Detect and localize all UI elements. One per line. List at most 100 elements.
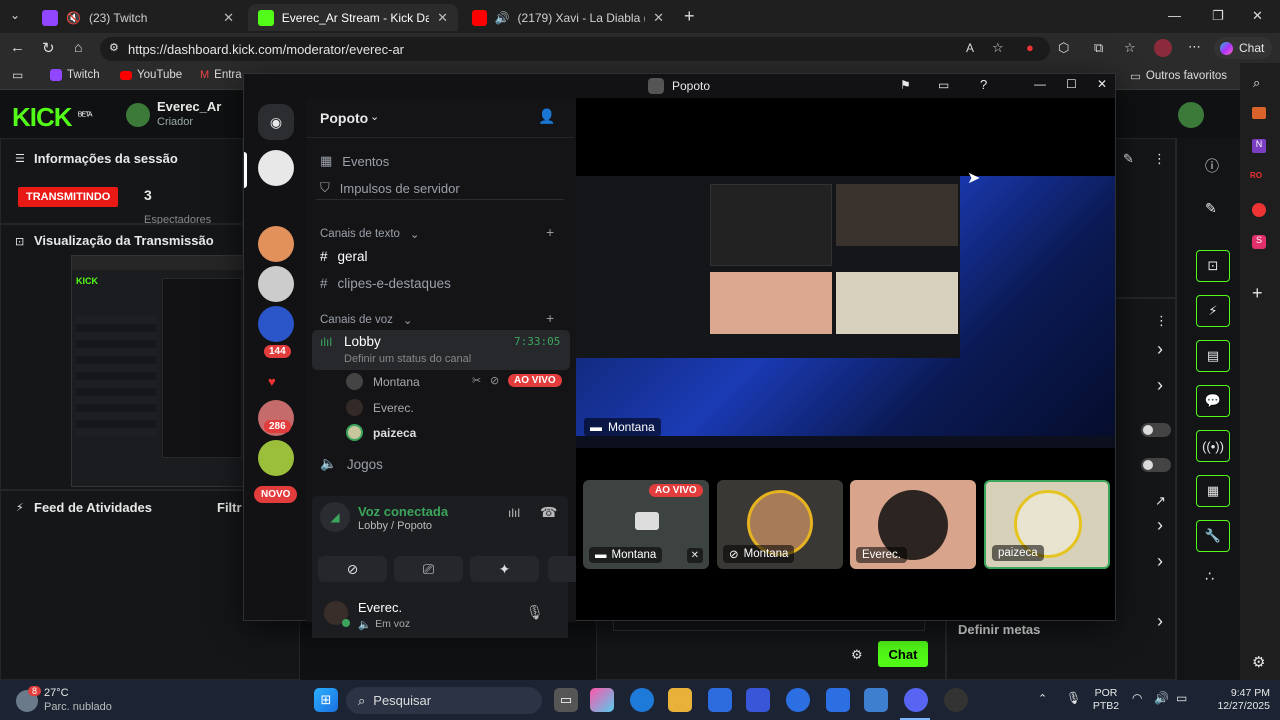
minimize-icon[interactable]: — <box>1034 77 1046 91</box>
chevron-right-icon[interactable]: › <box>1157 339 1163 360</box>
server-icon[interactable] <box>258 226 294 262</box>
tab-twitch[interactable]: 🔇 (23) Twitch ✕ <box>32 4 244 31</box>
task-view-icon[interactable]: ▭ <box>554 688 578 712</box>
category-text[interactable]: Canais de texto ⌄ <box>320 227 420 241</box>
close-icon[interactable]: ✕ <box>437 10 448 26</box>
add-icon[interactable]: + <box>1252 283 1263 304</box>
discord-icon[interactable] <box>904 688 928 712</box>
battery-icon[interactable]: ▭ <box>1176 691 1187 705</box>
broadcast-button[interactable]: ((•)) <box>1196 430 1230 462</box>
close-icon[interactable]: ✕ <box>1097 77 1107 91</box>
collections-icon[interactable]: ▭ <box>12 68 23 82</box>
info-icon[interactable]: ⓘ <box>1205 156 1219 176</box>
chevron-right-icon[interactable]: › <box>1157 515 1163 536</box>
disconnect-icon[interactable]: ☎ <box>540 504 557 521</box>
close-window-icon[interactable]: ✕ <box>1252 8 1263 24</box>
tab-youtube[interactable]: 🔊 (2179) Xavi - La Diabla (Official ✕ <box>462 4 674 31</box>
favorite-star-icon[interactable]: ☆ <box>992 40 1004 56</box>
noise-suppression-icon[interactable]: ılıl <box>508 506 520 520</box>
refresh-icon[interactable]: ↻ <box>42 39 55 57</box>
search-box[interactable]: ⌕ Pesquisar <box>346 687 542 714</box>
more-dots-icon[interactable]: ∴ <box>1205 568 1214 585</box>
toggle-switch[interactable] <box>1141 458 1171 472</box>
profile-avatar[interactable] <box>1154 39 1172 57</box>
minimize-icon[interactable]: — <box>1168 8 1181 23</box>
video-tile[interactable]: AO VIVO ▬ Montana ✕ <box>583 480 709 569</box>
video-tile[interactable]: ⊘ Montana <box>717 480 843 569</box>
app-icon[interactable]: RO <box>1250 171 1262 180</box>
search-icon[interactable]: ⌕ <box>1253 75 1260 91</box>
voice-member[interactable]: Montana ✂ ⊘ AO VIVO <box>346 372 568 392</box>
activities-button[interactable]: ✦ <box>470 556 539 582</box>
connection-icon[interactable]: ◢ <box>320 502 350 532</box>
microphone-icon[interactable]: 🎙 <box>526 604 544 621</box>
voice-channel-lobby[interactable]: ılıl Lobby 7:33:05 Definir um status do … <box>312 330 570 370</box>
clock[interactable]: 9:47 PM 12/27/2025 <box>1204 687 1270 713</box>
avatar[interactable] <box>126 103 150 127</box>
voice-member[interactable]: Everec. <box>346 398 568 418</box>
kebab-menu-icon[interactable]: ⋮ <box>1155 313 1168 329</box>
read-aloud-icon[interactable]: A <box>966 41 974 55</box>
layout-button[interactable]: ▦ <box>1196 475 1230 507</box>
server-icon[interactable] <box>258 266 294 302</box>
chat-send-button[interactable]: Chat <box>878 641 928 667</box>
edge-icon[interactable] <box>630 688 654 712</box>
avatar[interactable] <box>1178 102 1204 128</box>
copilot-icon[interactable] <box>590 688 614 712</box>
app-icon[interactable] <box>746 688 770 712</box>
other-favorites[interactable]: ▭ Outros favoritos <box>1130 69 1227 83</box>
copilot-chat-button[interactable]: Chat <box>1214 37 1272 59</box>
close-icon[interactable]: ✕ <box>653 10 664 26</box>
mute-icon[interactable]: 🔇 <box>66 11 81 25</box>
channel-clipes[interactable]: # clipes-e-destaques <box>320 276 451 291</box>
restore-icon[interactable]: ❐ <box>1212 8 1224 24</box>
speaker-icon[interactable]: 🔊 <box>1154 691 1169 705</box>
speaker-icon[interactable]: 🔊 <box>495 11 510 25</box>
channel-geral[interactable]: # geral <box>320 249 368 264</box>
add-channel-icon[interactable]: + <box>546 224 554 240</box>
screen-share-button[interactable]: ⎚ <box>394 556 463 582</box>
category-voice[interactable]: Canais de voz ⌄ <box>320 313 413 327</box>
windows-start-icon[interactable]: ⊞ <box>314 688 338 712</box>
bookmark-twitch[interactable]: Twitch <box>50 69 100 81</box>
settings-icon[interactable]: ⚙ <box>851 647 863 663</box>
tools-button[interactable]: 🔧 <box>1196 520 1230 552</box>
skype-icon[interactable]: S <box>1252 235 1266 249</box>
more-icon[interactable]: ⋯ <box>1188 39 1201 55</box>
app-icon[interactable] <box>786 688 810 712</box>
settings-icon[interactable]: ⚙ <box>1252 653 1265 671</box>
menu-events[interactable]: ▦ Eventos <box>320 153 389 169</box>
kick-logo[interactable]: KICK BETA <box>12 102 93 133</box>
tab-kick[interactable]: Everec_Ar Stream - Kick Dashboard ✕ <box>248 4 458 31</box>
camera-toggle-button[interactable]: ⊘ <box>318 556 387 582</box>
help-icon[interactable]: ? <box>980 77 987 92</box>
server-ikauany[interactable] <box>258 306 294 342</box>
add-channel-icon[interactable]: + <box>546 310 554 326</box>
chevron-right-icon[interactable]: › <box>1157 551 1163 572</box>
edit-icon[interactable]: ✎ <box>1205 200 1217 217</box>
video-tile[interactable]: Everec. <box>850 480 976 569</box>
chevron-right-icon[interactable]: › <box>1157 375 1163 396</box>
menu-boosts[interactable]: ⛉ Impulsos de servidor <box>320 180 460 196</box>
site-info-icon[interactable]: ⚙ <box>109 41 119 54</box>
discord-home-icon[interactable]: ◉ <box>258 104 294 140</box>
edit-icon[interactable]: ✎ <box>1123 151 1134 167</box>
server-header[interactable]: Popoto ⌄ 👤 <box>306 98 574 138</box>
stream-preview-video[interactable]: KICK <box>71 255 244 487</box>
split-screen-icon[interactable]: ⧉ <box>1094 40 1103 56</box>
chevron-up-icon[interactable]: ⌃ <box>1038 692 1047 705</box>
language-indicator[interactable]: POR PTB2 <box>1092 687 1120 713</box>
maximize-icon[interactable]: ☐ <box>1066 77 1077 91</box>
extension-icon[interactable]: ● <box>1026 40 1034 55</box>
url-field[interactable]: ⚙ https://dashboard.kick.com/moderator/e… <box>100 37 1050 61</box>
kebab-menu-icon[interactable]: ⋮ <box>1153 151 1166 167</box>
mute-icon[interactable]: ✕ <box>686 548 703 563</box>
shopping-icon[interactable] <box>1252 107 1266 119</box>
external-icon[interactable]: ↗ <box>1155 493 1166 509</box>
tab-list-icon[interactable]: ⌄ <box>10 8 20 22</box>
home-icon[interactable]: ⌂ <box>74 39 82 55</box>
file-explorer-icon[interactable] <box>668 688 692 712</box>
voice-member[interactable]: paizeca <box>346 423 568 443</box>
notes-button[interactable]: ▤ <box>1196 340 1230 372</box>
store-icon[interactable] <box>708 688 732 712</box>
